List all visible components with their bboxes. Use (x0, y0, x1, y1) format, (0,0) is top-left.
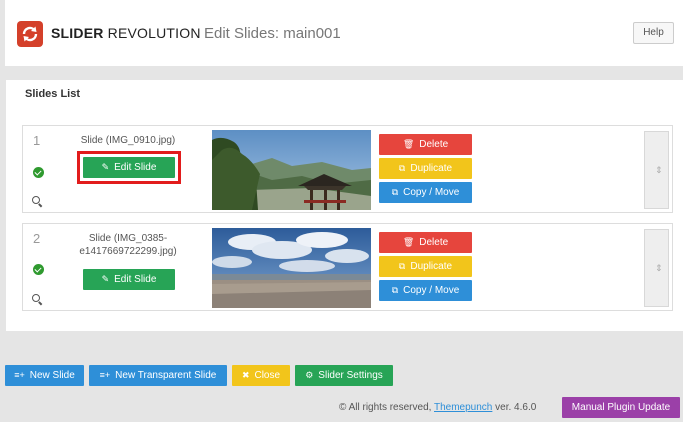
published-check-icon[interactable] (33, 167, 44, 178)
top-bar: SLIDER REVOLUTION Edit Slides: main001 H… (5, 0, 683, 66)
copy-move-button[interactable]: ⧉ Copy / Move (379, 182, 472, 203)
close-button[interactable]: ✖ Close (232, 365, 290, 386)
delete-label: Delete (419, 237, 449, 248)
slider-revolution-logo-icon (17, 21, 43, 47)
drag-handle[interactable]: ⇕ (644, 131, 669, 209)
trash-icon: 🗑 (402, 139, 415, 149)
add-list-icon: ≡+ (14, 370, 25, 380)
slide-name-line1: Slide (IMG_0910.jpg) (80, 135, 176, 146)
slide-name-line2: e1417669722299.jpg) (79, 246, 177, 257)
duplicate-label: Duplicate (410, 261, 453, 272)
brand-name: SLIDER REVOLUTION (51, 25, 201, 41)
copy-move-label: Copy / Move (403, 187, 460, 198)
copy-icon: ⧉ (391, 187, 399, 197)
slides-list-title: Slides List (25, 88, 81, 100)
drag-handle[interactable]: ⇕ (644, 229, 669, 307)
manual-plugin-update-button[interactable]: Manual Plugin Update (562, 397, 680, 418)
drag-arrows-icon: ⇕ (655, 165, 663, 175)
footer-prefix: © All rights reserved, (339, 402, 434, 413)
slide-name-line1: Slide (IMG_0385- (88, 233, 168, 244)
duplicate-button[interactable]: ⧉ Duplicate (379, 256, 472, 277)
footer-version: ver. 4.6.0 (492, 402, 537, 413)
delete-button[interactable]: 🗑 Delete (379, 232, 472, 253)
published-check-icon[interactable] (33, 264, 44, 275)
copy-move-label: Copy / Move (403, 285, 460, 296)
slider-settings-button[interactable]: ⚙ Slider Settings (295, 365, 393, 386)
close-label: Close (254, 370, 281, 381)
duplicate-icon: ⧉ (398, 163, 406, 173)
pencil-icon: ✎ (101, 274, 110, 284)
slides-list-panel: Slides List 1 Slide (IMG_0910.jpg) ✎ Edit… (6, 80, 683, 331)
new-slide-label: New Slide (29, 370, 75, 381)
copy-move-button[interactable]: ⧉ Copy / Move (379, 280, 472, 301)
preview-search-icon[interactable] (32, 196, 44, 208)
gear-icon: ⚙ (305, 370, 314, 380)
slider-settings-label: Slider Settings (318, 370, 383, 381)
duplicate-label: Duplicate (410, 163, 453, 174)
help-button[interactable]: Help (633, 22, 674, 44)
edit-slide-button[interactable]: ✎ Edit Slide (83, 269, 175, 290)
slide-row: 2 Slide (IMG_0385- e1417669722299.jpg) ✎… (22, 223, 673, 311)
themepunch-link[interactable]: Themepunch (434, 402, 492, 413)
footer-copyright: © All rights reserved, Themepunch ver. 4… (339, 402, 536, 413)
edit-slide-label: Edit Slide (114, 274, 157, 285)
slide-thumbnail[interactable] (212, 228, 371, 308)
highlight-box (77, 151, 181, 184)
slide-name: Slide (IMG_0385- e1417669722299.jpg) (73, 232, 183, 258)
slide-thumbnail[interactable] (212, 130, 371, 210)
brand-rest: REVOLUTION (107, 25, 201, 41)
delete-button[interactable]: 🗑 Delete (379, 134, 472, 155)
duplicate-icon: ⧉ (398, 261, 406, 271)
drag-arrows-icon: ⇕ (655, 263, 663, 273)
new-slide-button[interactable]: ≡+ New Slide (5, 365, 84, 386)
duplicate-button[interactable]: ⧉ Duplicate (379, 158, 472, 179)
slide-number: 2 (33, 231, 41, 246)
close-icon: ✖ (241, 370, 250, 380)
new-transparent-slide-label: New Transparent Slide (115, 370, 217, 381)
new-transparent-slide-button[interactable]: ≡+ New Transparent Slide (89, 365, 227, 386)
delete-label: Delete (419, 139, 449, 150)
slide-name: Slide (IMG_0910.jpg) (73, 134, 183, 147)
brand-bold: SLIDER (51, 25, 104, 41)
add-list-icon: ≡+ (99, 370, 111, 380)
trash-icon: 🗑 (402, 237, 415, 247)
preview-search-icon[interactable] (32, 294, 44, 306)
page-title: Edit Slides: main001 (204, 25, 341, 42)
copy-icon: ⧉ (391, 285, 399, 295)
slide-number: 1 (33, 133, 41, 148)
slide-row: 1 Slide (IMG_0910.jpg) ✎ Edit Slide 🗑 De… (22, 125, 673, 213)
